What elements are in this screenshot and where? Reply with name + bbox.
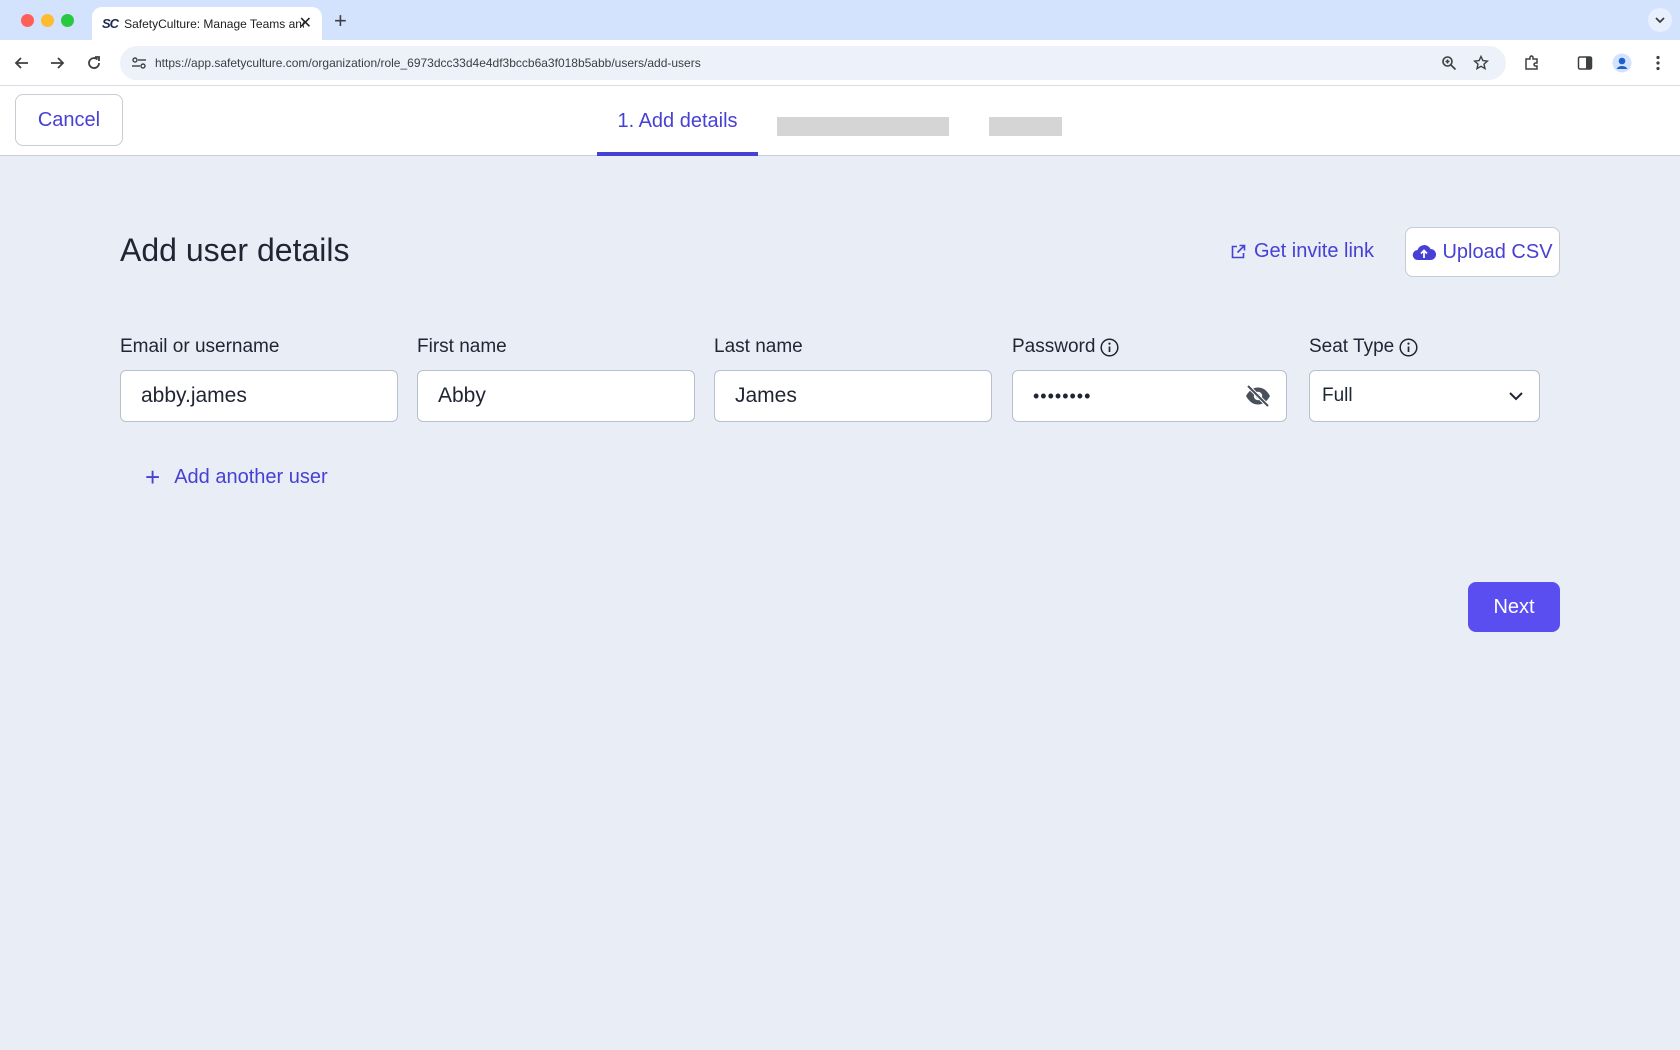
bookmark-star-icon[interactable] [1472,54,1490,72]
address-bar[interactable]: https://app.safetyculture.com/organizati… [120,46,1506,80]
external-link-icon [1231,244,1246,258]
close-window-button[interactable] [21,14,34,27]
chevron-down-icon [1655,17,1665,24]
forward-button[interactable] [46,52,68,74]
password-info-icon[interactable] [1100,337,1119,357]
email-label: Email or username [120,336,279,358]
upload-csv-button[interactable]: Upload CSV [1405,227,1560,277]
safetyculture-favicon-icon: SC [102,16,119,31]
add-another-user-label: Add another user [174,465,328,488]
password-label: Password [1012,336,1119,358]
step-3-placeholder [989,117,1062,136]
seat-type-info-icon[interactable] [1399,337,1418,357]
cancel-button[interactable]: Cancel [15,94,123,146]
browser-tab-bar: SC SafetyCulture: Manage Teams and... ✕ … [0,0,1680,40]
browser-toolbar: https://app.safetyculture.com/organizati… [0,40,1680,86]
email-label-text: Email or username [120,336,280,357]
last-name-label-text: Last name [714,336,803,357]
new-tab-button[interactable]: + [334,8,347,34]
profile-icon[interactable] [1611,52,1633,74]
tab-title: SafetyCulture: Manage Teams and... [124,16,305,31]
first-name-label-text: First name [417,336,507,357]
add-another-user-button[interactable]: + Add another user [145,464,328,490]
first-name-field[interactable]: Abby [417,370,695,422]
next-button[interactable]: Next [1468,582,1560,632]
browser-tab-active[interactable]: SC SafetyCulture: Manage Teams and... ✕ [92,7,322,40]
password-label-text: Password [1012,336,1096,357]
reload-button[interactable] [83,52,105,74]
seat-type-label-text: Seat Type [1309,336,1395,357]
back-button[interactable] [11,52,33,74]
toggle-password-visibility-button[interactable] [1244,384,1272,414]
last-name-label: Last name [714,336,803,358]
seat-type-label: Seat Type [1309,336,1418,358]
reload-icon [88,56,100,69]
eye-off-icon [1246,384,1270,408]
seat-type-select[interactable]: Full [1309,370,1540,422]
minimize-window-button[interactable] [41,14,54,27]
password-field-value: •••••••• [1033,385,1092,406]
site-settings-icon[interactable] [130,54,148,72]
cloud-upload-icon [1413,245,1437,261]
email-field-value: abby.james [141,384,247,407]
maximize-window-button[interactable] [61,14,74,27]
last-name-field-value: James [735,384,797,407]
password-field[interactable]: •••••••• [1012,370,1287,422]
step-add-details[interactable]: 1. Add details [597,86,758,156]
last-name-field[interactable]: James [714,370,992,422]
zoom-icon[interactable] [1440,54,1458,72]
plus-icon: + [145,462,161,492]
get-invite-link[interactable]: Get invite link [1230,240,1374,263]
tab-search-button[interactable] [1648,8,1672,32]
page-title: Add user details [120,232,350,268]
chevron-down-icon [1509,392,1523,401]
extensions-icon[interactable] [1521,52,1543,74]
first-name-label: First name [417,336,507,358]
email-field[interactable]: abby.james [120,370,398,422]
url-text: https://app.safetyculture.com/organizati… [155,56,701,70]
get-invite-link-label: Get invite link [1254,240,1375,262]
wizard-header: Cancel 1. Add details [0,86,1680,156]
first-name-field-value: Abby [438,384,486,407]
menu-dots-icon[interactable] [1647,52,1669,74]
side-panel-icon[interactable] [1574,52,1596,74]
upload-csv-label: Upload CSV [1442,240,1553,263]
seat-type-select-value: Full [1322,385,1353,406]
forward-icon [51,57,65,69]
step-2-placeholder [777,117,949,136]
back-icon [14,57,28,69]
tab-close-icon[interactable]: ✕ [299,13,312,33]
